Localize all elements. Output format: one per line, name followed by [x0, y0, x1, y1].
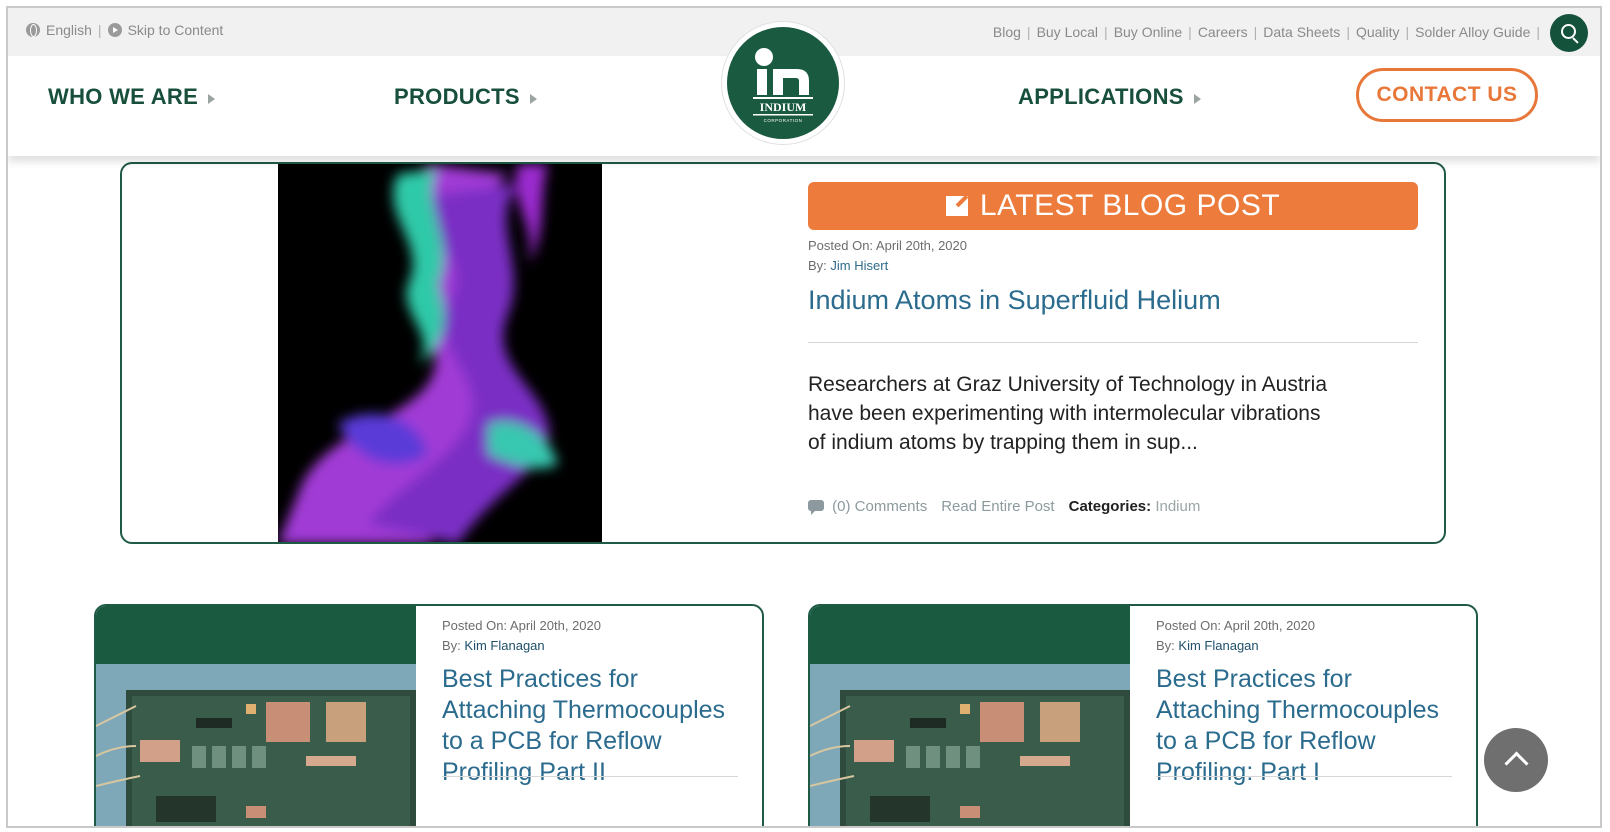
read-entire-post-link[interactable]: Read Entire Post: [941, 498, 1054, 515]
comments-link[interactable]: (0) Comments: [808, 498, 927, 515]
utility-link-buy-local[interactable]: Buy Local: [1037, 24, 1098, 40]
comment-icon: [808, 500, 824, 515]
chevron-right-icon: [529, 93, 537, 104]
contact-us-button[interactable]: CONTACT US: [1356, 68, 1538, 122]
thumbnail-band: [96, 606, 416, 664]
blog-post-card: Posted On: April 20th, 2020 By: Kim Flan…: [94, 604, 764, 826]
featured-posted-date: Posted On: April 20th, 2020: [808, 238, 967, 253]
card-posted-date: Posted On: April 20th, 2020: [442, 618, 601, 633]
latest-blog-post-label: LATEST BLOG POST: [979, 189, 1281, 222]
globe-icon: [26, 23, 40, 37]
divider: [808, 342, 1418, 343]
blog-post-thumbnail[interactable]: [96, 606, 416, 826]
by-label: By:: [808, 258, 827, 273]
divider: [1156, 776, 1452, 777]
card-post-title[interactable]: Best Practices for Attaching Thermocoupl…: [442, 664, 742, 788]
card-byline: By: Kim Flanagan: [1156, 638, 1259, 653]
chevron-right-icon: [1193, 93, 1201, 104]
indium-logo[interactable]: INDIUM CORPORATION: [722, 22, 844, 144]
utility-link-careers[interactable]: Careers: [1198, 24, 1248, 40]
skip-to-content-link[interactable]: Skip to Content: [128, 22, 224, 38]
utility-link-solder-alloy-guide[interactable]: Solder Alloy Guide: [1415, 24, 1530, 40]
separator: |: [97, 22, 102, 38]
utility-link-blog[interactable]: Blog: [993, 24, 1021, 40]
comments-count: (0) Comments: [832, 498, 928, 515]
nav-who-we-are-label: WHO WE ARE: [48, 84, 199, 109]
nav-applications-label: APPLICATIONS: [1018, 84, 1184, 109]
separator: |: [1104, 24, 1108, 40]
by-label: By:: [1156, 638, 1175, 653]
nav-applications[interactable]: APPLICATIONS: [1018, 84, 1201, 110]
nav-products-label: PRODUCTS: [394, 84, 520, 109]
categories: Categories: Indium: [1069, 498, 1201, 515]
thumbnail-band: [810, 606, 1130, 664]
card-byline: By: Kim Flanagan: [442, 638, 545, 653]
latest-blog-post-badge: LATEST BLOG POST: [808, 182, 1418, 230]
logo-text: INDIUM: [760, 100, 807, 114]
separator: |: [1188, 24, 1192, 40]
card-post-title[interactable]: Best Practices for Attaching Thermocoupl…: [1156, 664, 1456, 788]
logo-subtext: CORPORATION: [764, 118, 803, 123]
blog-post-card: Posted On: April 20th, 2020 By: Kim Flan…: [808, 604, 1478, 826]
logo-mark: INDIUM CORPORATION: [753, 48, 813, 123]
utility-left: English | Skip to Content: [26, 22, 223, 38]
language-link[interactable]: English: [46, 22, 92, 38]
by-label: By:: [442, 638, 461, 653]
card-author-link[interactable]: Kim Flanagan: [1178, 638, 1258, 653]
utility-links: Blog | Buy Local | Buy Online | Careers …: [993, 24, 1540, 40]
featured-post-excerpt: Researchers at Graz University of Techno…: [808, 373, 1328, 454]
skip-arrow-icon: [107, 23, 122, 37]
chevron-up-icon[interactable]: [1484, 728, 1548, 792]
featured-post-card: LATEST BLOG POST Posted On: April 20th, …: [120, 162, 1446, 544]
separator: |: [1026, 24, 1031, 40]
ink-smoke-image: [278, 164, 602, 542]
featured-author-link[interactable]: Jim Hisert: [830, 258, 888, 273]
divider: [442, 776, 738, 777]
nav-products[interactable]: PRODUCTS: [394, 84, 537, 110]
featured-post-footer: (0) Comments Read Entire Post Categories…: [808, 498, 1200, 515]
browser-page: English | Skip to Content Blog | Buy Loc…: [6, 6, 1602, 828]
nav-who-we-are[interactable]: WHO WE ARE: [48, 84, 216, 110]
categories-label: Categories:: [1068, 498, 1152, 515]
separator: |: [1536, 24, 1540, 40]
separator: |: [1253, 24, 1258, 40]
separator: |: [1346, 24, 1350, 40]
utility-link-quality[interactable]: Quality: [1356, 24, 1400, 40]
search-icon[interactable]: [1550, 14, 1588, 52]
utility-link-data-sheets[interactable]: Data Sheets: [1263, 24, 1340, 40]
edit-icon: [945, 196, 968, 216]
featured-post-title[interactable]: Indium Atoms in Superfluid Helium: [808, 284, 1408, 316]
utility-link-buy-online[interactable]: Buy Online: [1114, 24, 1182, 40]
card-posted-date: Posted On: April 20th, 2020: [1156, 618, 1315, 633]
card-author-link[interactable]: Kim Flanagan: [464, 638, 544, 653]
category-link[interactable]: Indium: [1155, 498, 1200, 515]
featured-byline: By: Jim Hisert: [808, 258, 888, 273]
featured-post-image[interactable]: [278, 164, 602, 542]
blog-post-thumbnail[interactable]: [810, 606, 1130, 826]
chevron-right-icon: [208, 93, 216, 104]
separator: |: [1405, 24, 1410, 40]
